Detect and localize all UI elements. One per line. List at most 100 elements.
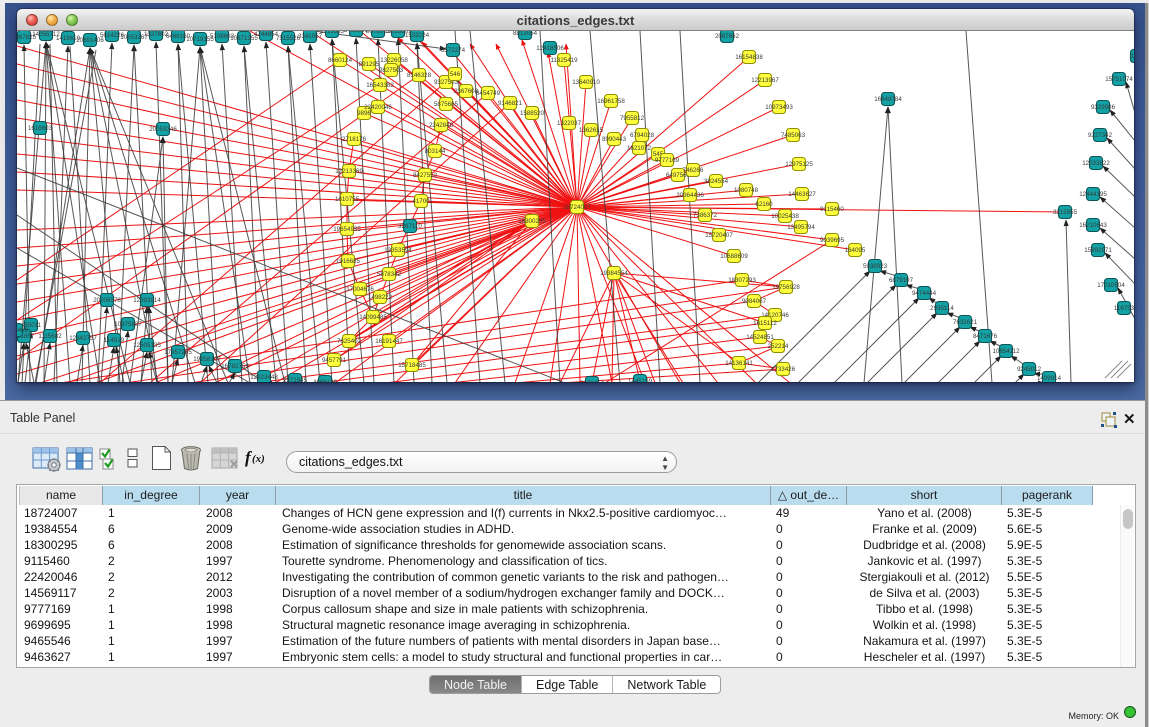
svg-text:252214: 252214 — [768, 343, 789, 350]
svg-text:4903402: 4903402 — [17, 327, 29, 334]
svg-text:1362615: 1362615 — [579, 127, 604, 134]
svg-text:19756928: 19756928 — [772, 284, 800, 291]
svg-text:20053346: 20053346 — [149, 126, 177, 133]
svg-text:1080748: 1080748 — [734, 187, 759, 194]
svg-text:13495794: 13495794 — [787, 224, 815, 231]
svg-text:3267110: 3267110 — [398, 223, 422, 230]
svg-text:(x): (x) — [252, 453, 265, 465]
svg-text:2718176: 2718176 — [342, 136, 367, 143]
svg-text:16961758: 16961758 — [597, 98, 625, 105]
svg-text:746266: 746266 — [683, 167, 704, 174]
svg-text:8471676: 8471676 — [973, 333, 998, 340]
svg-text:17004676: 17004676 — [346, 286, 374, 293]
svg-text:13353594: 13353594 — [384, 247, 412, 254]
svg-text:8146328: 8146328 — [407, 72, 432, 79]
svg-text:8660124: 8660124 — [328, 57, 353, 64]
svg-text:9039695: 9039695 — [820, 237, 845, 244]
svg-text:4744854: 4744854 — [254, 31, 279, 38]
svg-text:8427552: 8427552 — [413, 172, 438, 179]
svg-text:2458591: 2458591 — [344, 31, 369, 34]
svg-text:9896: 9896 — [357, 110, 371, 117]
svg-text:13640910: 13640910 — [572, 79, 600, 86]
svg-text:9478454: 9478454 — [580, 380, 605, 382]
svg-text:12444195: 12444195 — [1079, 191, 1107, 198]
svg-text:7515526: 7515526 — [276, 35, 301, 42]
svg-text:1610755: 1610755 — [335, 196, 360, 203]
svg-text:14463627: 14463627 — [788, 191, 816, 198]
svg-text:15692971: 15692971 — [1084, 247, 1112, 254]
svg-text:1117: 1117 — [1131, 53, 1134, 60]
svg-text:12213369: 12213369 — [335, 168, 363, 175]
svg-text:7485063: 7485063 — [781, 132, 806, 139]
svg-text:3215955: 3215955 — [1053, 209, 1078, 216]
svg-text:2367608: 2367608 — [454, 88, 479, 95]
svg-text:4668136: 4668136 — [313, 379, 338, 382]
svg-text:1527602: 1527602 — [144, 31, 169, 38]
svg-text:16191447: 16191447 — [375, 338, 403, 345]
svg-text:9777169: 9777169 — [655, 157, 680, 164]
svg-text:9827503: 9827503 — [379, 67, 404, 74]
svg-text:10025438: 10025438 — [771, 213, 799, 220]
svg-text:5938923: 5938923 — [863, 263, 888, 270]
svg-text:6879197: 6879197 — [889, 277, 914, 284]
svg-text:18724007: 18724007 — [563, 204, 591, 211]
svg-text:15751074: 15751074 — [1105, 76, 1133, 83]
svg-text:9474444: 9474444 — [912, 290, 937, 297]
svg-text:14099485: 14099485 — [359, 314, 387, 321]
svg-text:19958107: 19958107 — [193, 356, 221, 363]
svg-text:8454749: 8454749 — [476, 90, 501, 97]
svg-text:12505135: 12505135 — [133, 342, 161, 349]
svg-text:10973493: 10973493 — [765, 104, 793, 111]
svg-text:9457791: 9457791 — [322, 357, 347, 364]
svg-text:1733426: 1733426 — [771, 366, 796, 373]
svg-text:5875685: 5875685 — [434, 101, 459, 108]
svg-text:1533224: 1533224 — [405, 32, 430, 39]
svg-text:12418506: 12418506 — [536, 45, 564, 52]
svg-text:12033822: 12033822 — [1082, 160, 1110, 167]
svg-text:19654935: 19654935 — [333, 226, 361, 233]
svg-text:8813054: 8813054 — [513, 31, 538, 37]
svg-text:17957255: 17957255 — [164, 349, 192, 356]
svg-text:1615112: 1615112 — [753, 320, 777, 327]
svg-text:6794028: 6794028 — [630, 132, 655, 139]
svg-text:3824554: 3824554 — [704, 178, 729, 185]
svg-text:2242848: 2242848 — [429, 122, 454, 129]
svg-text:19384554: 19384554 — [600, 270, 628, 277]
svg-text:14524851: 14524851 — [746, 334, 774, 341]
svg-text:2719583: 2719583 — [320, 31, 345, 35]
svg-text:2935114: 2935114 — [930, 305, 954, 312]
svg-text:12393914: 12393914 — [133, 297, 161, 304]
svg-text:15720407: 15720407 — [705, 232, 733, 239]
svg-text:5878342: 5878342 — [377, 271, 402, 278]
svg-text:17010504: 17010504 — [1097, 282, 1125, 289]
svg-text:1621072: 1621072 — [627, 145, 652, 152]
svg-text:16543382: 16543382 — [366, 82, 394, 89]
svg-text:803144: 803144 — [425, 148, 446, 155]
svg-text:1616603: 1616603 — [28, 125, 53, 132]
svg-text:14136141: 14136141 — [725, 360, 753, 367]
svg-text:11325419: 11325419 — [550, 57, 578, 64]
svg-text:18300295: 18300295 — [518, 218, 546, 225]
svg-text:10975887: 10975887 — [114, 321, 142, 328]
svg-text:1322037: 1322037 — [557, 120, 582, 127]
svg-text:16782759: 16782759 — [221, 363, 249, 370]
svg-text:891295: 891295 — [359, 61, 380, 68]
svg-text:1499914: 1499914 — [1037, 375, 1062, 382]
svg-text:22420046: 22420046 — [364, 104, 392, 111]
svg-text:116753: 116753 — [1114, 305, 1134, 312]
svg-text:2087662: 2087662 — [715, 33, 740, 40]
svg-text:2571945: 2571945 — [283, 377, 308, 382]
svg-text:15718485: 15718485 — [398, 362, 426, 369]
svg-text:3341057: 3341057 — [298, 33, 323, 40]
svg-text:16154838: 16154838 — [735, 54, 763, 61]
svg-text:7625402: 7625402 — [337, 338, 362, 345]
svg-text:1498222: 1498222 — [368, 294, 393, 301]
svg-text:10688609: 10688609 — [720, 253, 748, 260]
svg-text:8990443: 8990443 — [602, 136, 627, 143]
svg-text:114519: 114519 — [104, 337, 125, 344]
svg-text:1445199: 1445199 — [628, 378, 653, 382]
svg-text:9084067: 9084067 — [742, 298, 767, 305]
svg-text:9329986: 9329986 — [1091, 104, 1116, 111]
svg-text:16648784: 16648784 — [874, 96, 902, 103]
svg-text:41700: 41700 — [412, 198, 430, 205]
